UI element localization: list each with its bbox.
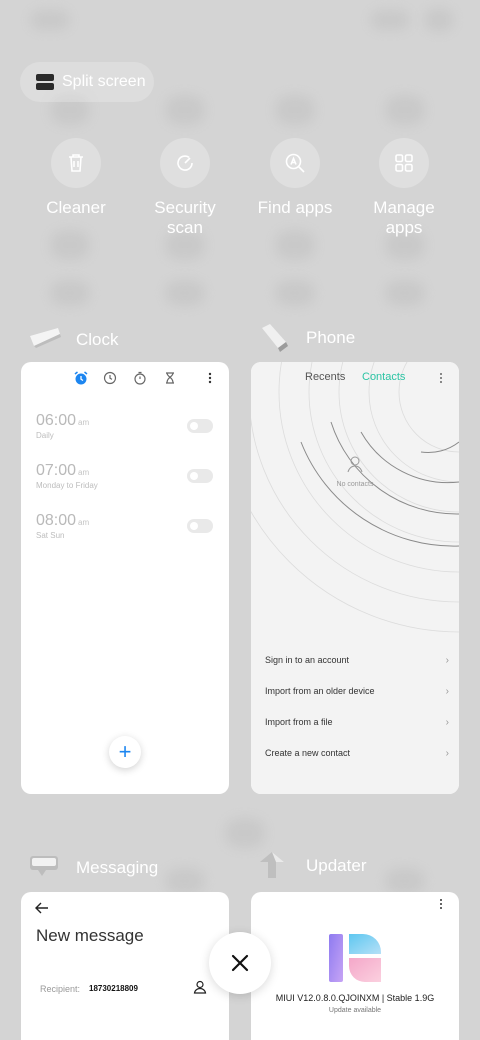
quick-action-find-apps[interactable]: Find apps xyxy=(240,138,350,218)
update-status: Update available xyxy=(328,1007,382,1014)
alarm-time: 06:00 xyxy=(36,412,77,429)
update-version: MIUI V12.0.8.0.QJOINXM | Stable 1.9G xyxy=(275,993,435,1003)
option-create-contact[interactable]: Create a new contact › xyxy=(265,748,449,759)
option-label: Sign in to an account xyxy=(265,655,350,665)
more-icon[interactable] xyxy=(205,371,215,385)
person-icon xyxy=(347,456,363,473)
alarm-item[interactable]: 07:00 am Monday to Friday xyxy=(36,462,98,490)
alarm-toggle[interactable] xyxy=(187,519,213,533)
quick-action-label: Cleaner xyxy=(46,198,106,217)
alarm-item[interactable]: 08:00 am Sat Sun xyxy=(36,512,89,540)
app-header-phone: Phone xyxy=(258,324,355,352)
alarm-days: Sat Sun xyxy=(36,531,65,540)
tab-recents[interactable]: Recents xyxy=(305,371,345,383)
alarm-toggle[interactable] xyxy=(187,419,213,433)
option-label: Import from an older device xyxy=(265,686,375,696)
recent-card-clock[interactable]: 06:00 am Daily 07:00 am Monday to Friday 0… xyxy=(21,362,229,794)
plus-icon: + xyxy=(118,739,132,764)
quick-action-label: Security scan xyxy=(154,198,216,237)
app-header-updater: Updater xyxy=(258,852,366,880)
tab-contacts[interactable]: Contacts xyxy=(362,371,405,383)
alarm-toggle[interactable] xyxy=(187,469,213,483)
clear-all-button[interactable] xyxy=(209,932,271,994)
no-contacts-text: No contacts xyxy=(336,481,374,488)
quick-action-label: Manage apps xyxy=(373,198,435,237)
quick-action-security-scan[interactable]: Security scan xyxy=(130,138,240,238)
quick-action-cleaner[interactable]: Cleaner xyxy=(21,138,131,218)
more-icon[interactable] xyxy=(437,372,445,384)
app-header-messaging: Messaging xyxy=(28,854,158,882)
more-icon[interactable] xyxy=(437,898,445,910)
alarm-ampm: am xyxy=(78,418,90,427)
stopwatch-icon[interactable] xyxy=(133,371,147,385)
chevron-right-icon: › xyxy=(445,655,449,666)
back-arrow-icon[interactable] xyxy=(35,902,49,914)
clock-icon[interactable] xyxy=(103,371,117,385)
quick-action-label: Find apps xyxy=(257,198,333,217)
clock-tab-bar xyxy=(21,370,229,392)
alarm-ampm: am xyxy=(78,518,90,527)
phone-app-icon xyxy=(262,324,288,352)
recipient-input[interactable]: 18730218809 xyxy=(89,984,138,993)
trash-icon xyxy=(51,138,101,188)
clock-app-icon xyxy=(30,328,61,348)
chevron-right-icon: › xyxy=(445,748,449,759)
recent-card-updater[interactable]: MIUI V12.0.8.0.QJOINXM | Stable 1.9G Upd… xyxy=(251,892,459,1040)
security-scan-icon xyxy=(160,138,210,188)
app-name: Messaging xyxy=(76,858,159,877)
app-name: Updater xyxy=(306,856,367,875)
split-screen-icon xyxy=(36,74,54,90)
option-label: Import from a file xyxy=(265,717,333,727)
chevron-right-icon: › xyxy=(445,686,449,697)
decorative-arcs xyxy=(251,362,459,633)
recent-card-messaging[interactable]: New message Recipient: 18730218809 xyxy=(21,892,229,1040)
find-apps-icon xyxy=(270,138,320,188)
updater-app-icon xyxy=(260,852,284,878)
add-alarm-button[interactable]: + xyxy=(109,736,141,768)
messaging-app-icon xyxy=(30,856,58,876)
recipient-label: Recipient: xyxy=(40,984,81,994)
miui-12-logo xyxy=(329,934,381,982)
chevron-right-icon: › xyxy=(445,717,449,728)
status-bar-blurred xyxy=(0,0,480,50)
grid-icon xyxy=(379,138,429,188)
alarm-days: Monday to Friday xyxy=(36,481,98,490)
alarm-time: 08:00 xyxy=(36,512,77,529)
close-icon xyxy=(231,954,249,972)
alarm-time: 07:00 xyxy=(36,462,77,479)
alarm-item[interactable]: 06:00 am Daily xyxy=(36,412,89,440)
split-screen-label: Split screen xyxy=(62,73,146,90)
option-import-file[interactable]: Import from a file › xyxy=(265,717,449,728)
quick-action-manage-apps[interactable]: Manage apps xyxy=(349,138,459,238)
app-name: Phone xyxy=(306,328,356,347)
app-name: Clock xyxy=(76,330,119,349)
timer-icon[interactable] xyxy=(163,371,177,385)
app-header-clock: Clock xyxy=(28,326,119,354)
option-sign-in[interactable]: Sign in to an account › xyxy=(265,655,449,666)
contact-picker-icon[interactable] xyxy=(193,980,207,994)
new-message-title: New message xyxy=(36,926,144,945)
option-label: Create a new contact xyxy=(265,748,351,758)
recent-card-phone[interactable]: Recents Contacts No contacts Sign in to … xyxy=(251,362,459,794)
alarm-icon[interactable] xyxy=(73,370,89,386)
split-screen-button[interactable]: Split screen xyxy=(20,62,154,102)
alarm-days: Daily xyxy=(36,431,54,440)
alarm-ampm: am xyxy=(78,468,90,477)
option-import-older-device[interactable]: Import from an older device › xyxy=(265,686,449,697)
